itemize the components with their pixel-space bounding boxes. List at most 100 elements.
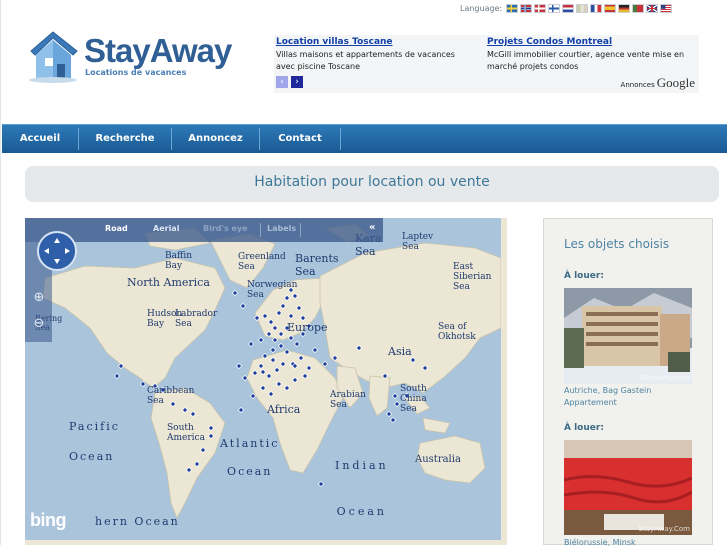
nav-item-annoncez[interactable]: Annoncez bbox=[172, 125, 259, 153]
nav-item-recherche[interactable]: Recherche bbox=[79, 125, 171, 153]
listing-marker[interactable] bbox=[237, 406, 245, 414]
ad-title-link[interactable]: Location villas Toscane bbox=[276, 37, 476, 47]
map-label: Caribbean Sea bbox=[147, 386, 195, 406]
photo-watermark: StayAway.com bbox=[639, 374, 690, 382]
listing-marker[interactable] bbox=[317, 480, 325, 488]
world-map[interactable]: Baffin Bay Greenland Sea Barents Sea Kar… bbox=[25, 218, 501, 540]
page-heading: Habitation pour location ou vente bbox=[25, 166, 719, 202]
french-flag-icon[interactable] bbox=[590, 3, 603, 13]
listing-marker[interactable] bbox=[113, 372, 121, 380]
nav-item-accueil[interactable]: Accueil bbox=[2, 125, 78, 153]
listing-thumbnail[interactable]: StayAway.Com bbox=[564, 440, 692, 535]
map-label: Pacific Ocean bbox=[69, 420, 120, 463]
ad-block: Location villas Toscane Villas maisons e… bbox=[274, 35, 699, 93]
listing-marker[interactable] bbox=[277, 342, 285, 350]
listing-label: À louer: bbox=[564, 271, 604, 281]
german-flag-icon[interactable] bbox=[618, 3, 631, 13]
map-tab-labels[interactable]: Labels bbox=[267, 224, 296, 233]
logo-subtitle: Locations de vacances bbox=[85, 68, 187, 77]
nav-separator bbox=[340, 128, 341, 150]
spanish-flag-icon[interactable] bbox=[604, 3, 617, 13]
listing-marker[interactable] bbox=[269, 346, 277, 354]
listing-caption[interactable]: Autriche, Bag Gastein Appartement bbox=[564, 385, 651, 409]
featured-sidebar: Les objets choisis À louer: StayAway.com… bbox=[543, 218, 713, 547]
listing-marker[interactable] bbox=[247, 340, 255, 348]
listing-label: À louer: bbox=[564, 423, 604, 433]
pan-arrows-icon bbox=[44, 238, 70, 264]
listing-marker[interactable] bbox=[393, 400, 401, 408]
listing-marker[interactable] bbox=[311, 346, 319, 354]
map-label: Indian Ocean bbox=[335, 459, 389, 518]
listing-marker[interactable] bbox=[293, 340, 301, 348]
map-label: Africa bbox=[267, 403, 301, 416]
map-label: Arabian Sea bbox=[330, 390, 366, 410]
map-label: Atlantic Ocean bbox=[220, 437, 280, 478]
language-bar: Language: bbox=[460, 2, 674, 14]
map-label: Australia bbox=[415, 454, 461, 465]
zoom-out-button[interactable]: ⊖ bbox=[31, 316, 47, 332]
listing-marker[interactable] bbox=[231, 289, 239, 297]
house-logo-icon bbox=[29, 31, 78, 83]
hotel-building-photo bbox=[564, 288, 692, 384]
map-collapse-button[interactable]: « bbox=[369, 222, 375, 233]
dutch-flag-icon[interactable] bbox=[562, 3, 575, 13]
map-label: Sea of Okhotsk bbox=[438, 322, 476, 342]
map-compass-pan-control[interactable] bbox=[37, 231, 77, 271]
map-toolbar-divider bbox=[300, 223, 301, 237]
map-label: Norwegian Sea bbox=[247, 280, 298, 300]
map-label: South America bbox=[167, 423, 205, 443]
page: Language: StayAway Locations de vacances… bbox=[0, 0, 727, 547]
listing-caption[interactable]: Biélorussie, Minsk bbox=[564, 537, 636, 549]
ad-attribution[interactable]: Annonces Google bbox=[621, 75, 695, 91]
listing-marker[interactable] bbox=[385, 410, 393, 418]
map-label: hern Ocean bbox=[95, 515, 180, 528]
portuguese-flag-icon[interactable] bbox=[632, 3, 645, 13]
map-tab-road[interactable]: Road bbox=[105, 224, 128, 233]
danish-flag-icon[interactable] bbox=[534, 3, 547, 13]
map-tab-birds-eye[interactable]: Bird's eye bbox=[203, 224, 248, 233]
map-label: North America bbox=[127, 276, 210, 289]
map-label: Baffin Bay bbox=[165, 251, 193, 271]
map-label: Asia bbox=[388, 345, 412, 358]
sidebar-title: Les objets choisis bbox=[564, 237, 670, 251]
zoom-in-button[interactable]: ⊕ bbox=[31, 290, 47, 306]
language-label: Language: bbox=[460, 3, 503, 13]
listing-thumbnail[interactable]: StayAway.com bbox=[564, 288, 692, 384]
bing-logo: bing bbox=[30, 510, 67, 530]
map-tab-aerial[interactable]: Aerial bbox=[153, 224, 179, 233]
listing-marker[interactable] bbox=[389, 416, 397, 424]
map-label: Labrador Sea bbox=[175, 309, 218, 329]
norwegian-flag-icon[interactable] bbox=[520, 3, 533, 13]
listing-marker[interactable] bbox=[235, 362, 243, 370]
photo-watermark: StayAway.Com bbox=[638, 525, 691, 533]
ad-next-button[interactable]: › bbox=[291, 76, 303, 88]
listing-marker[interactable] bbox=[391, 392, 399, 400]
map-label: Laptev Sea bbox=[402, 232, 434, 252]
ad-item: Projets Condos Montreal McGill immobilie… bbox=[487, 37, 687, 73]
finnish-flag-icon[interactable] bbox=[548, 3, 561, 13]
map-label: Europe bbox=[287, 321, 328, 334]
map-toolbar-divider bbox=[260, 223, 261, 237]
ad-text: McGill immobilier courtier, agence vente… bbox=[487, 50, 685, 71]
listing-marker[interactable] bbox=[239, 302, 247, 310]
italian-flag-icon[interactable] bbox=[576, 3, 589, 13]
listing-marker[interactable] bbox=[257, 336, 265, 344]
map-frame: Baffin Bay Greenland Sea Barents Sea Kar… bbox=[25, 218, 507, 545]
map-label: Barents Sea bbox=[295, 252, 339, 278]
main-nav: Accueil Recherche Annoncez Contact bbox=[2, 124, 727, 153]
logo-title: StayAway bbox=[84, 32, 232, 69]
site-logo[interactable]: StayAway Locations de vacances bbox=[27, 28, 232, 84]
ad-prev-button[interactable]: ‹ bbox=[276, 76, 288, 88]
ad-title-link[interactable]: Projets Condos Montreal bbox=[487, 37, 687, 47]
american-flag-icon[interactable] bbox=[660, 3, 673, 13]
listing-marker[interactable] bbox=[241, 374, 249, 382]
map-label: Greenland Sea bbox=[238, 252, 286, 272]
swedish-flag-icon[interactable] bbox=[506, 3, 519, 13]
british-flag-icon[interactable] bbox=[646, 3, 659, 13]
bedroom-photo bbox=[564, 440, 692, 535]
map-toolbar: Road Aerial Bird's eye Labels « bbox=[25, 218, 383, 242]
nav-item-contact[interactable]: Contact bbox=[260, 125, 340, 153]
ad-pager: ‹ › bbox=[276, 76, 306, 88]
ad-attribution-label: Annonces bbox=[620, 81, 655, 89]
google-brand: Google bbox=[656, 75, 695, 90]
